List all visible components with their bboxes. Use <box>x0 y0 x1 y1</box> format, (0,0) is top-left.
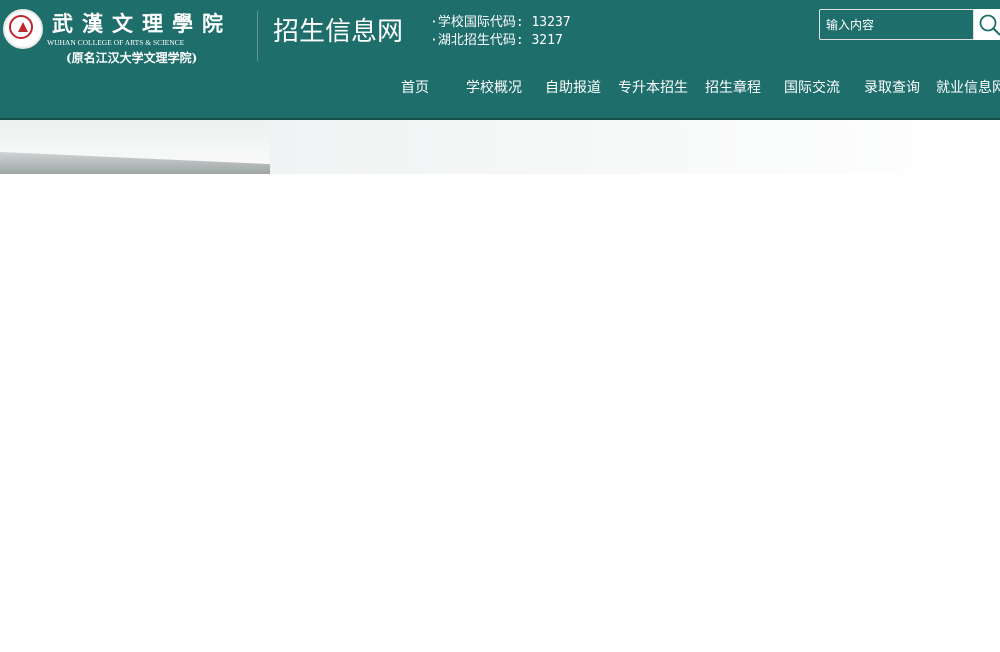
site-title: 招生信息网 <box>273 17 404 47</box>
search-button[interactable] <box>974 9 1000 40</box>
banner-sky <box>270 120 1000 174</box>
search-icon <box>979 14 1000 36</box>
college-seal-icon <box>3 9 43 49</box>
college-former-name: (原名江汉大学文理学院) <box>66 51 198 65</box>
site-header: 武漢文理學院 WUHAN COLLEGE OF ARTS & SCIENCE (… <box>0 0 1000 120</box>
college-name-cn: 武漢文理學院 <box>52 11 232 36</box>
search-input[interactable] <box>826 16 966 34</box>
hubei-code: ·湖北招生代码: 3217 <box>430 33 563 48</box>
hero-banner <box>0 120 1000 174</box>
main-nav: 首页 学校概况 自助报道 专升本招生 招生章程 国际交流 录取查询 就业信息网 <box>0 77 1000 99</box>
nav-employment-info[interactable]: 就业信息网 <box>936 77 1000 97</box>
nav-self-registration[interactable]: 自助报道 <box>545 77 601 97</box>
nav-home[interactable]: 首页 <box>401 77 429 97</box>
school-codes: ·学校国际代码: 13237 ·湖北招生代码: 3217 <box>430 14 571 50</box>
banner-building-roof <box>0 152 270 174</box>
college-name-en: WUHAN COLLEGE OF ARTS & SCIENCE <box>47 38 185 47</box>
nav-admission-rules[interactable]: 招生章程 <box>705 77 761 97</box>
nav-admission-query[interactable]: 录取查询 <box>864 77 920 97</box>
nav-school-overview[interactable]: 学校概况 <box>466 77 522 97</box>
nav-upgrade-admission[interactable]: 专升本招生 <box>618 77 688 97</box>
nav-international-exchange[interactable]: 国际交流 <box>784 77 840 97</box>
international-code: ·学校国际代码: 13237 <box>430 15 571 30</box>
header-divider <box>257 11 258 61</box>
search-box <box>819 9 974 40</box>
college-logo[interactable]: 武漢文理學院 WUHAN COLLEGE OF ARTS & SCIENCE (… <box>0 0 255 70</box>
